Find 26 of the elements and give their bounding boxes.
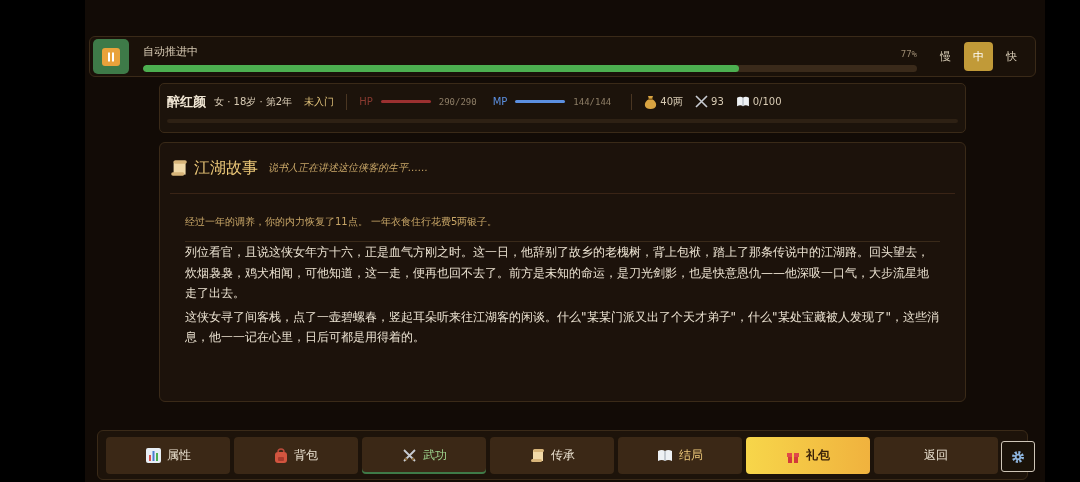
attack-value: 93 bbox=[711, 96, 724, 107]
mp-value: 144/144 bbox=[573, 96, 612, 107]
nav-tab[interactable]: 武功 bbox=[362, 437, 486, 474]
hp-label: HP bbox=[359, 96, 373, 107]
nav-tab[interactable]: 背包 bbox=[234, 437, 358, 474]
progress-percent: 77% bbox=[900, 48, 917, 59]
story-paragraph: 这侠女寻了间客栈，点了一壶碧螺春，竖起耳朵听来往江湖客的闲谈。什么"某某门派又出了个天才弟子"，什么"某处宝藏被人发现了"，这些消息，他一一记在心里，日后可都是用得着的。 bbox=[185, 308, 940, 346]
character-info: 女 · 18岁 · 第2年 bbox=[214, 94, 293, 109]
sect-status: 未入门 bbox=[304, 94, 335, 109]
story-paragraph: 列位看官，且说这侠女年方十六，正是血气方刚之时。这一日，他辞别了故乡的老槐树，背上包袱，踏上了那条传说中的江湖路。回头望去，炊烟袅袅，鸡犬相闻，可他知道，这一走，便再也回不去了。前方是未知的命运，是刀光剑影，也是快意恩仇——他深吸一口气，大步流星地走了出去。 bbox=[185, 244, 930, 302]
nav-tab[interactable]: 结局 bbox=[618, 437, 742, 474]
speed-button[interactable]: 慢 bbox=[931, 42, 960, 71]
character-name: 醉红颜 bbox=[167, 92, 206, 111]
event-notice: 经过一年的调养，你的内力恢复了11点。 一年衣食住行花费5两银子。 bbox=[185, 194, 940, 242]
mp-label: MP bbox=[492, 96, 508, 107]
story-subtitle: 说书人正在讲述这位侠客的生平…… bbox=[268, 161, 428, 175]
hp-value: 290/290 bbox=[438, 96, 477, 107]
money-value: 40两 bbox=[660, 94, 683, 109]
nav-tab[interactable]: 属性 bbox=[106, 437, 230, 474]
status-label: 自动推进中 bbox=[143, 43, 198, 59]
nav-tab[interactable]: 传承 bbox=[490, 437, 614, 474]
books-value: 0/100 bbox=[752, 96, 782, 107]
nav-tab[interactable]: 礼包 bbox=[746, 437, 870, 474]
nav-tab[interactable]: 返回 bbox=[874, 437, 998, 474]
story-title: 江湖故事 bbox=[194, 157, 258, 179]
speed-button[interactable]: 快 bbox=[997, 42, 1026, 71]
